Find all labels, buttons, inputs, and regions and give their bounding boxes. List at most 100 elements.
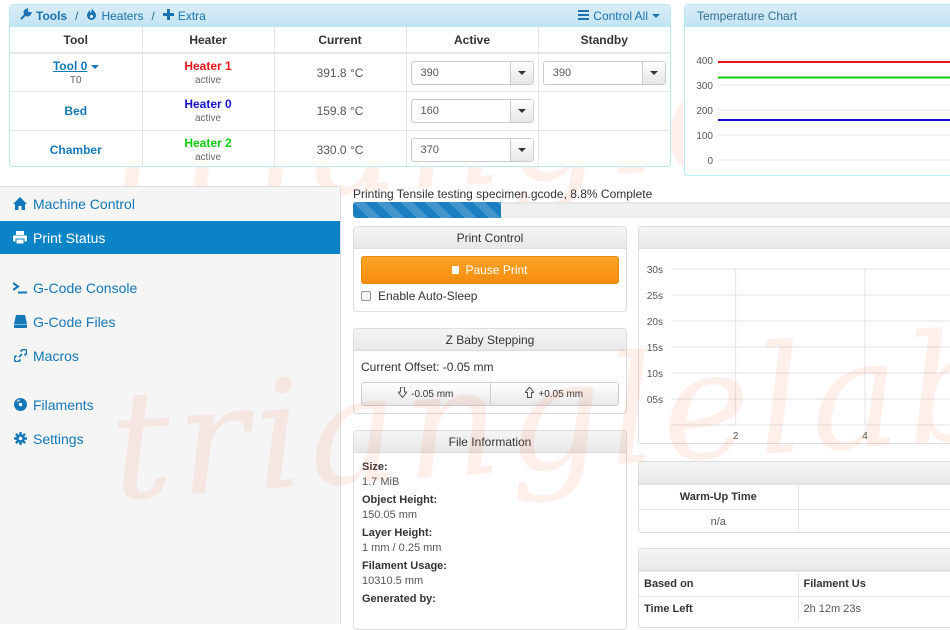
warmup-panel: Warm-Up Time n/a [638,461,950,533]
heater-name[interactable]: Heater 0 [144,97,273,111]
heater-name[interactable]: Heater 1 [144,59,273,73]
chevron-down-icon [90,64,99,69]
y-tick-label: 05s [647,395,663,406]
tab-heaters[interactable]: Heaters [101,9,143,23]
estimates-panel-header [639,549,950,571]
column-header: Active [406,27,539,54]
dropdown-button[interactable] [509,99,533,122]
tool-name[interactable]: Tool 0 [53,59,87,73]
warmup-panel-header [639,462,950,484]
baby-step-down-button[interactable]: -0.05 mm [362,383,490,405]
wrench-icon [20,8,32,23]
heater-state: active [194,75,222,86]
y-tick-label: 300 [696,81,713,92]
chevron-down-icon [517,70,526,75]
sidebar-item-settings[interactable]: Settings [0,422,340,455]
dropdown-button[interactable] [509,61,533,84]
file-info-label: Filament Usage: [362,560,447,572]
file-info-label: Size: [362,461,388,473]
tool-0-dropdown[interactable]: Tool 0 [11,59,141,73]
table-row: Bed Heater 0 active 159.8 °C 160 [10,91,670,130]
tool-name[interactable]: Chamber [50,143,102,157]
tab-extra[interactable]: Extra [178,9,206,23]
arrow-down-icon [397,386,409,401]
sidebar-item-macros[interactable]: Macros [0,339,340,372]
table-row: Tool 0 T0 Heater 1 active 391.8 °C 390 3… [10,52,670,92]
estimates-panel: Based on Filament Us Time Left 2h 12m 23s [638,548,950,628]
chevron-down-icon [652,13,660,18]
warmup-header: Warm-Up Time [639,484,798,509]
current-temp: 330.0 °C [274,129,407,166]
file-info-label: Generated by: [362,593,436,605]
layer-chart-panel: 05s10s15s20s25s30s246 [638,226,950,444]
z-baby-stepping-panel: Z Baby Stepping Current Offset: -0.05 mm… [353,328,627,414]
file-info-label: Layer Height: [362,527,433,539]
active-temp-input[interactable]: 160 [410,98,534,123]
current-temp: 391.8 °C [274,52,407,92]
tab-tools[interactable]: Tools [36,9,67,23]
heater-name[interactable]: Heater 2 [144,136,273,150]
plus-icon [162,8,174,23]
cd-icon [13,398,27,412]
temperature-chart-panel: Temperature Chart 0 100 200 300 400 [684,4,950,176]
auto-sleep-checkbox[interactable] [361,291,371,301]
sidebar-item-label: Filaments [33,396,94,413]
y-tick-label: 10s [647,369,663,380]
y-tick-label: 20s [647,317,663,328]
hdd-icon [13,315,27,329]
table-row: Chamber Heater 2 active 330.0 °C 370 [10,129,670,166]
sidebar-item-label: Macros [33,347,79,364]
heater-state: active [194,113,222,125]
column-header: Heater [142,27,275,54]
y-tick-label: 0 [707,156,713,167]
sidebar: Machine Control Print Status G-Code Cons… [0,186,341,624]
print-icon [13,231,27,245]
heater-state: active [194,152,222,163]
file-information-body: Size: 1.7 MiB Object Height: 150.05 mm L… [354,453,626,613]
estimate-value: 2h 12m 23s [797,595,950,621]
column-header: Standby [538,27,670,54]
y-tick-label: 200 [696,106,713,117]
print-progress-fill [353,202,501,218]
sidebar-item-gcode-console[interactable]: G-Code Console [0,271,340,304]
active-temp-input[interactable]: 370 [410,137,534,162]
fire-icon [86,8,97,23]
estimates-table: Based on Filament Us Time Left 2h 12m 23s [639,571,950,621]
table-row: Time Left 2h 12m 23s [639,595,950,621]
pause-print-button[interactable]: Pause Print [361,256,619,284]
y-tick-label: 400 [696,56,713,67]
chevron-down-icon [649,70,658,75]
baby-step-up-button[interactable]: +0.05 mm [489,383,618,405]
column-header: Filament Us [797,571,950,596]
file-info-value: 150.05 mm [362,509,418,521]
y-tick-label: 100 [696,131,713,142]
control-all-label: Control All [593,8,648,23]
dropdown-button[interactable] [641,61,665,84]
sidebar-item-label: G-Code Console [33,279,138,296]
x-tick-label: 2 [733,431,739,442]
sidebar-item-print-status[interactable]: Print Status [0,221,340,254]
tool-sub: T0 [69,75,82,86]
temperature-chart: 0 100 200 300 400 [696,56,950,167]
dropdown-button[interactable] [509,138,533,161]
current-temp: 159.8 °C [274,91,407,130]
file-info-label: Object Height: [362,494,438,506]
auto-sleep-toggle[interactable]: Enable Auto-Sleep [361,289,477,303]
sidebar-item-machine-control[interactable]: Machine Control [0,187,340,220]
control-all-dropdown[interactable]: Control All [578,9,660,23]
home-icon [13,197,27,211]
arrow-up-icon [524,386,536,401]
sidebar-item-label: Settings [33,430,84,447]
sidebar-item-label: Machine Control [33,195,135,212]
chevron-down-icon [517,147,526,152]
active-temp-input[interactable]: 390 [410,60,534,85]
standby-temp-input[interactable]: 390 [542,60,666,85]
warmup-table: Warm-Up Time n/a [639,484,950,532]
sidebar-item-gcode-files[interactable]: G-Code Files [0,305,340,338]
sidebar-item-label: G-Code Files [33,313,116,330]
column-header: Based on [639,571,798,596]
link-icon [13,349,27,363]
file-information-title: File Information [354,431,626,453]
tool-name[interactable]: Bed [64,104,87,118]
sidebar-item-filaments[interactable]: Filaments [0,388,340,421]
